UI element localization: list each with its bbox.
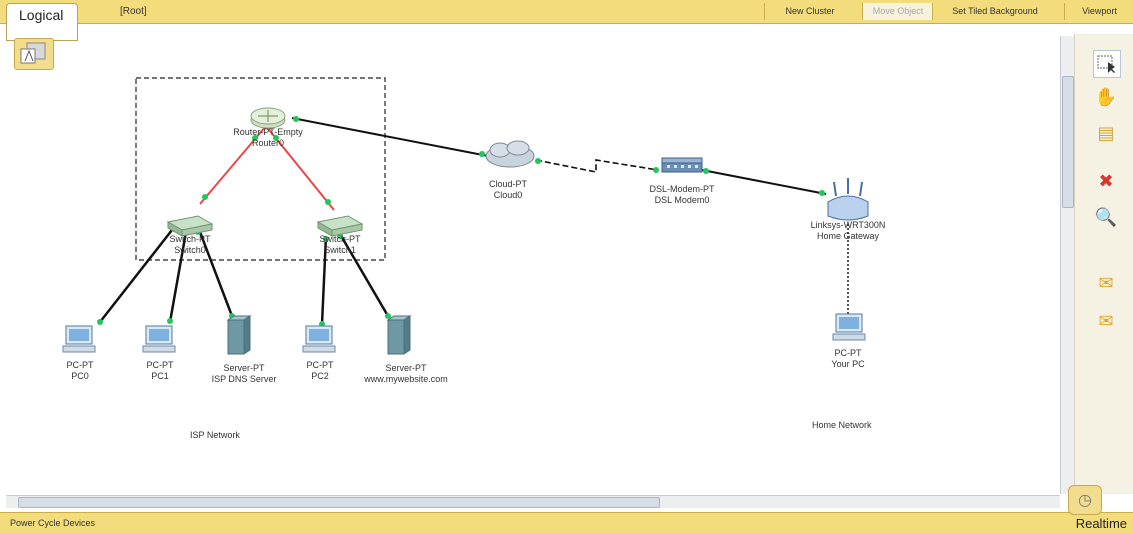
logical-workspace-canvas[interactable]: Router-PT-Empty Router0 Switch-PT Switch… (0, 24, 1060, 494)
gateway-label[interactable]: Linksys-WRT300N Home Gateway (811, 220, 886, 242)
delete-tool[interactable]: ✖ (1093, 168, 1119, 194)
router-icon[interactable] (250, 107, 286, 129)
move-object-button[interactable]: Move Object (862, 3, 933, 20)
realtime-mode-label[interactable]: Realtime (1076, 516, 1127, 531)
gateway-name: Home Gateway (816, 231, 880, 241)
isp-network-note[interactable]: ISP Network (190, 430, 240, 440)
switch-icon[interactable] (166, 215, 214, 237)
status-bar: Power Cycle Devices Realtime (0, 512, 1133, 533)
right-tool-palette: ✋ ▤ ✖ 🔍 ✉ ✉ (1074, 34, 1133, 494)
inspect-tool[interactable]: 🔍 (1093, 204, 1119, 230)
set-tiled-background-button[interactable]: Set Tiled Background (932, 3, 1057, 20)
vertical-scrollbar[interactable] (1060, 36, 1074, 494)
server-icon[interactable] (226, 315, 252, 355)
wireless-router-icon[interactable] (827, 178, 869, 221)
home-network-note[interactable]: Home Network (812, 420, 872, 430)
switch1-name: Switch1 (324, 245, 356, 255)
place-note-tool[interactable]: ▤ (1093, 120, 1119, 146)
complex-pdu-icon: ✉ (1098, 310, 1114, 331)
move-layout-tool[interactable]: ✋ (1093, 84, 1119, 110)
pc0-model: PC-PT (66, 360, 94, 370)
switch-icon[interactable] (316, 215, 364, 237)
pc2-name: PC2 (311, 371, 329, 381)
web-server-name: www.mywebsite.com (364, 374, 448, 384)
pdu-icon: ✉ (1098, 272, 1114, 293)
pc2-label[interactable]: PC-PT PC2 (307, 360, 334, 382)
zoom-icon: 🔍 (1094, 206, 1118, 227)
logical-mode-tab[interactable]: Logical (6, 3, 78, 41)
link-router-cloud[interactable] (291, 117, 489, 157)
select-tool[interactable] (1093, 50, 1121, 78)
add-simple-pdu-tool[interactable]: ✉ (1093, 270, 1119, 296)
switch0-model: Switch-PT (169, 234, 211, 244)
link-cloud-dslmodem[interactable] (535, 159, 659, 173)
logical-mode-label: Logical (19, 7, 64, 23)
power-cycle-devices-button[interactable]: Power Cycle Devices (10, 518, 95, 528)
topology-svg (62, 77, 869, 355)
switch0-label[interactable]: Switch-PT Switch0 (169, 234, 210, 256)
pc1-name: PC1 (151, 371, 169, 381)
pc-icon[interactable] (832, 313, 866, 341)
pc0-name: PC0 (71, 371, 89, 381)
web-server-model: Server-PT (385, 363, 427, 373)
new-cluster-button[interactable]: New Cluster (764, 3, 855, 20)
pc-icon[interactable] (302, 325, 336, 353)
logical-workspace-icon[interactable] (14, 38, 54, 70)
pc1-label[interactable]: PC-PT PC1 (147, 360, 174, 382)
router0-model: Router-PT-Empty (233, 127, 303, 137)
cloud0-name: Cloud0 (493, 190, 523, 200)
cloud0-model: Cloud-PT (488, 179, 528, 189)
cloud-icon[interactable] (485, 140, 535, 168)
yourpc-label[interactable]: PC-PT Your PC (831, 348, 864, 370)
top-toolbar: [Root] New Cluster Move Object Set Tiled… (0, 0, 1133, 24)
server-icon[interactable] (386, 315, 412, 355)
dsl-modem-icon[interactable] (661, 157, 703, 173)
select-icon (1097, 55, 1115, 73)
realtime-clock-icon: ◷ (1078, 492, 1092, 509)
pc-icon[interactable] (62, 325, 96, 353)
cloud0-label[interactable]: Cloud-PT Cloud0 (489, 179, 527, 201)
pc1-model: PC-PT (146, 360, 174, 370)
pc-icon[interactable] (142, 325, 176, 353)
breadcrumb[interactable]: [Root] (120, 6, 147, 17)
workspace-shapes-icon (20, 42, 46, 64)
pc0-label[interactable]: PC-PT PC0 (67, 360, 94, 382)
note-icon: ▤ (1097, 122, 1115, 143)
yourpc-model: PC-PT (834, 348, 862, 358)
switch0-name: Switch0 (174, 245, 206, 255)
link-dslmodem-gateway[interactable] (701, 169, 827, 195)
pc2-model: PC-PT (306, 360, 334, 370)
switch1-label[interactable]: Switch-PT Switch1 (319, 234, 360, 256)
dslmodem0-name: DSL Modem0 (654, 195, 710, 205)
switch1-model: Switch-PT (319, 234, 361, 244)
horizontal-scrollbar[interactable] (6, 495, 1060, 508)
web-server-label[interactable]: Server-PT www.mywebsite.com (364, 363, 448, 385)
add-complex-pdu-tool[interactable]: ✉ (1093, 308, 1119, 334)
realtime-mode-button[interactable]: ◷ (1068, 485, 1102, 515)
delete-icon: ✖ (1098, 170, 1114, 191)
router0-name: Router0 (251, 138, 285, 148)
dns-server-label[interactable]: Server-PT ISP DNS Server (212, 363, 277, 385)
gateway-model: Linksys-WRT300N (810, 220, 886, 230)
vertical-scroll-thumb[interactable] (1062, 76, 1074, 208)
dslmodem0-model: DSL-Modem-PT (649, 184, 715, 194)
dslmodem0-label[interactable]: DSL-Modem-PT DSL Modem0 (649, 184, 714, 206)
dns-server-model: Server-PT (223, 363, 265, 373)
viewport-button[interactable]: Viewport (1064, 3, 1133, 20)
yourpc-name: Your PC (831, 359, 865, 369)
hand-icon: ✋ (1094, 86, 1118, 107)
router0-label[interactable]: Router-PT-Empty Router0 (233, 127, 303, 149)
dns-server-name: ISP DNS Server (211, 374, 277, 384)
horizontal-scroll-thumb[interactable] (18, 497, 660, 508)
